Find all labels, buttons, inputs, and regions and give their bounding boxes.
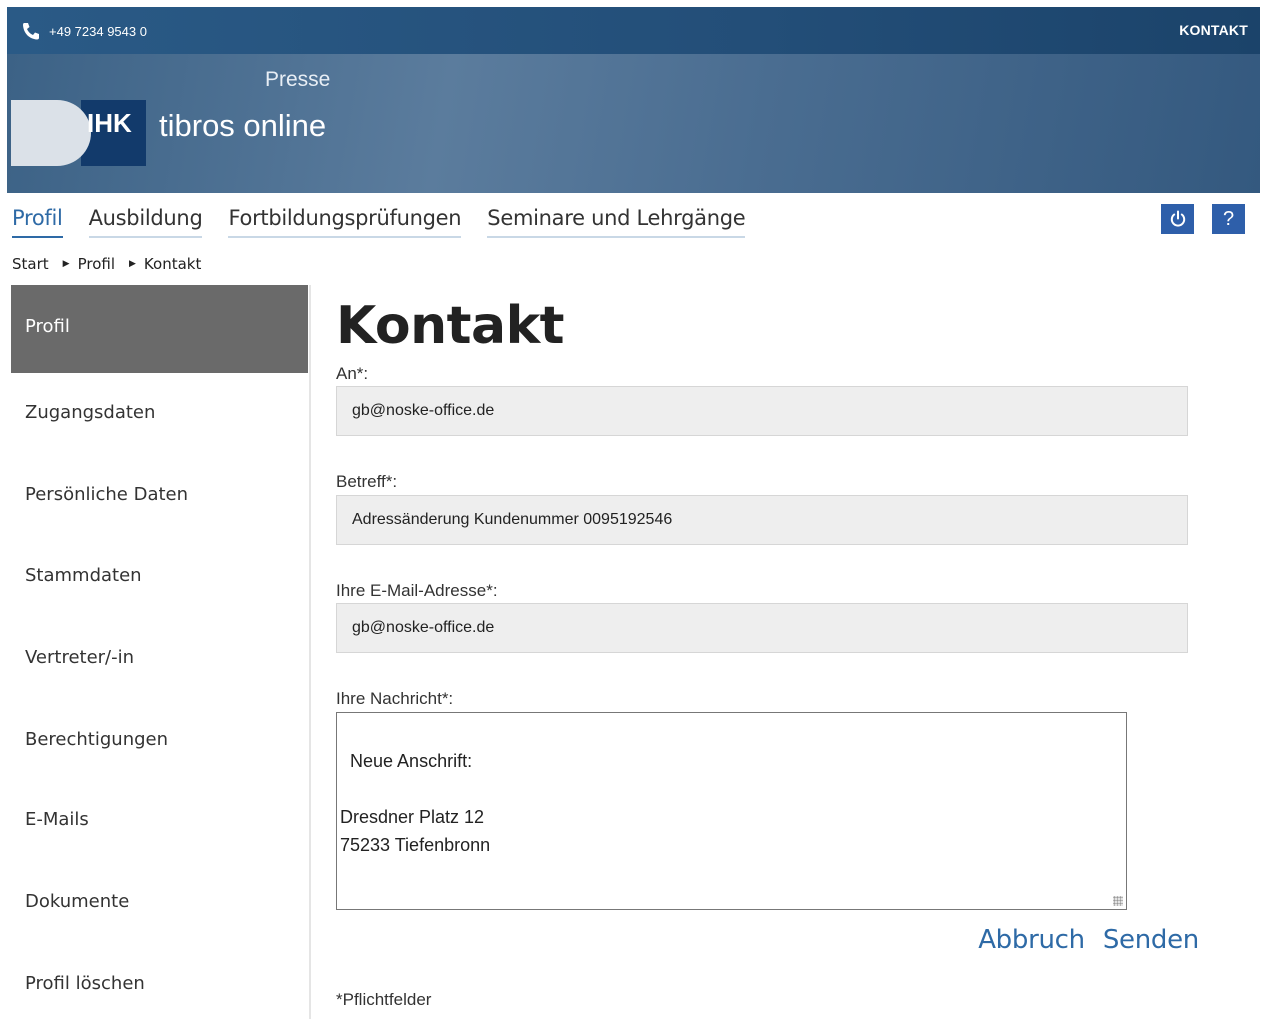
phone-number: +49 7234 9543 0 bbox=[49, 23, 147, 39]
message-field[interactable]: Neue Anschrift: Dresdner Platz 12 75233 … bbox=[336, 712, 1127, 910]
top-bar: +49 7234 9543 0 KONTAKT bbox=[7, 7, 1260, 54]
help-button[interactable]: ? bbox=[1212, 204, 1245, 234]
breadcrumb-start[interactable]: Start bbox=[12, 255, 49, 273]
nav-profil[interactable]: Profil bbox=[12, 206, 63, 238]
breadcrumb-kontakt: Kontakt bbox=[143, 255, 202, 273]
to-field[interactable] bbox=[336, 386, 1188, 436]
chevron-right-icon: ▶ bbox=[129, 259, 136, 269]
nav-ausbildung[interactable]: Ausbildung bbox=[88, 206, 203, 238]
email-label: Ihre E-Mail-Adresse*: bbox=[336, 581, 498, 600]
message-label: Ihre Nachricht*: bbox=[336, 689, 454, 708]
sidebar-item-dokumente[interactable]: Dokumente bbox=[11, 891, 308, 912]
sidebar-item-emails[interactable]: E-Mails bbox=[11, 809, 308, 830]
sidebar-item-profil[interactable]: Profil bbox=[11, 285, 308, 373]
form-actions: Abbruch Senden bbox=[960, 925, 1199, 955]
required-footnote: *Pflichtfelder bbox=[336, 990, 432, 1009]
sidebar-item-zugangsdaten[interactable]: Zugangsdaten bbox=[11, 402, 308, 423]
sidebar-item-stammdaten[interactable]: Stammdaten bbox=[11, 565, 308, 586]
sidebar-item-berechtigungen[interactable]: Berechtigungen bbox=[11, 729, 308, 750]
phone-contact[interactable]: +49 7234 9543 0 bbox=[21, 22, 147, 40]
chevron-right-icon: ▶ bbox=[62, 259, 70, 269]
send-button[interactable]: Senden bbox=[1103, 925, 1199, 955]
cancel-button[interactable]: Abbruch bbox=[978, 925, 1085, 955]
subject-label: Betreff*: bbox=[336, 472, 398, 491]
breadcrumb-profil[interactable]: Profil bbox=[78, 255, 115, 273]
sidebar: Profil Zugangsdaten Persönliche Daten St… bbox=[11, 285, 311, 1019]
breadcrumb: Start ▶ Profil ▶ Kontakt bbox=[12, 255, 201, 273]
sidebar-item-vertreter[interactable]: Vertreter/-in bbox=[11, 647, 308, 668]
presse-label: Presse bbox=[265, 68, 331, 91]
nav-fortbildungspruefungen[interactable]: Fortbildungsprüfungen bbox=[228, 206, 462, 238]
brand-name: tibros online bbox=[159, 108, 327, 143]
resize-handle-icon[interactable] bbox=[1113, 896, 1123, 906]
email-field[interactable] bbox=[336, 603, 1188, 653]
page-title: Kontakt bbox=[336, 296, 565, 356]
subject-field[interactable] bbox=[336, 495, 1188, 545]
message-text: Neue Anschrift: Dresdner Platz 12 75233 … bbox=[340, 751, 491, 855]
main-nav: Profil Ausbildung Fortbildungsprüfungen … bbox=[12, 206, 771, 238]
phone-icon bbox=[23, 23, 39, 40]
logo-light-panel bbox=[11, 100, 91, 166]
ihk-logo[interactable]: IHK bbox=[11, 100, 146, 166]
logout-button[interactable] bbox=[1161, 204, 1194, 234]
header-banner: Presse IHK tibros online bbox=[7, 54, 1260, 193]
sidebar-divider bbox=[309, 285, 311, 1019]
kontakt-link[interactable]: KONTAKT bbox=[1179, 22, 1248, 38]
nav-seminare[interactable]: Seminare und Lehrgänge bbox=[487, 206, 746, 238]
logo-text: IHK bbox=[87, 108, 132, 138]
sidebar-item-persoenliche-daten[interactable]: Persönliche Daten bbox=[11, 484, 308, 505]
power-icon bbox=[1170, 210, 1185, 227]
sidebar-item-profil-loeschen[interactable]: Profil löschen bbox=[11, 973, 308, 994]
to-label: An*: bbox=[336, 364, 369, 383]
